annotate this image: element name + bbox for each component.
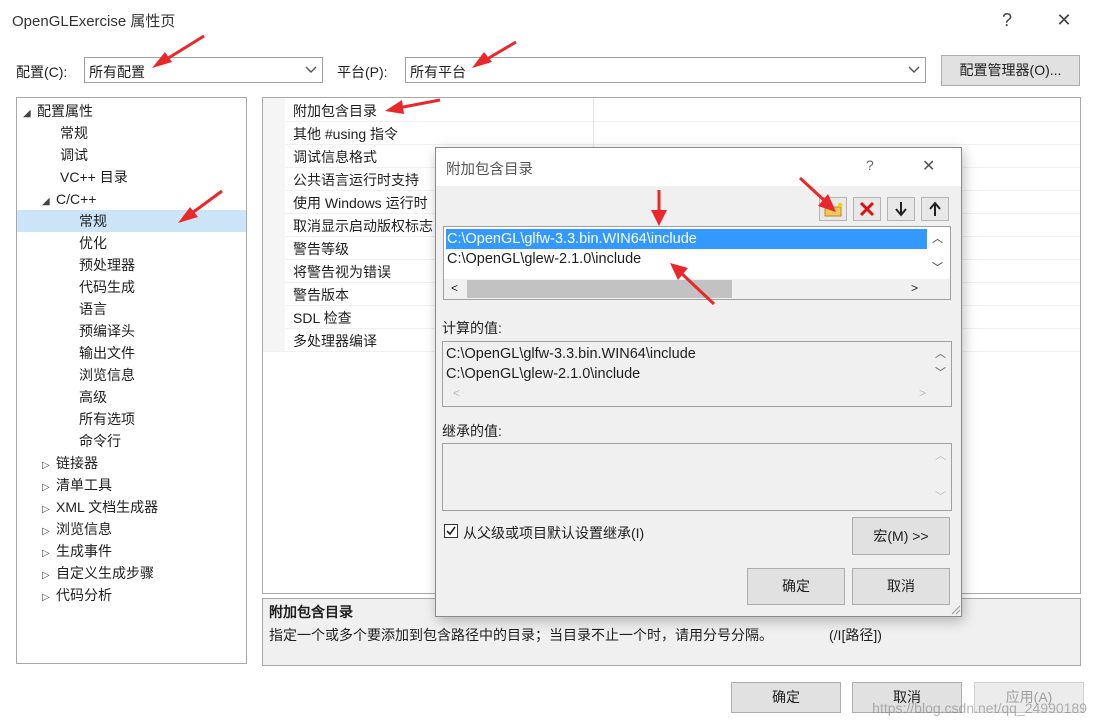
checkmark-icon [446, 526, 456, 536]
help-button[interactable]: ? [993, 6, 1021, 34]
tree-item-config-properties[interactable]: ◢ 配置属性 [23, 100, 93, 122]
property-row[interactable]: 附加包含目录 [263, 98, 1080, 122]
dialog-ok-button[interactable]: 确定 [747, 568, 845, 605]
horizontal-scrollbar[interactable]: < > [444, 279, 950, 299]
dialog-help-button[interactable]: ? [866, 157, 874, 173]
computed-values: C:\OpenGL\glfw-3.3.bin.WIN64\include C:\… [442, 341, 952, 407]
scroll-right-icon[interactable]: > [919, 386, 926, 400]
tree-item-cpp-all-options[interactable]: 所有选项 [79, 408, 135, 430]
scroll-left-icon[interactable]: < [453, 386, 460, 400]
new-line-button[interactable] [819, 197, 847, 221]
include-dirs-dialog: 附加包含目录 ? ✕ C:\OpenGL\glfw-3.3.bin.WIN64\… [435, 147, 962, 617]
scroll-down-icon[interactable]: ﹀ [935, 364, 946, 380]
inherited-values: ︿ ﹀ [442, 443, 952, 511]
arrow-down-icon [895, 202, 907, 217]
delete-button[interactable] [853, 197, 881, 221]
tree-item-cpp[interactable]: ◢ C/C++ [42, 188, 96, 210]
window-title: OpenGLExercise 属性页 [12, 13, 176, 30]
inherited-label: 继承的值: [442, 423, 502, 439]
tree-item-debug[interactable]: 调试 [60, 144, 88, 166]
computed-item: C:\OpenGL\glfw-3.3.bin.WIN64\include [446, 346, 696, 362]
dialog-close-button[interactable]: ✕ [922, 156, 935, 176]
collapsed-triangle-icon: ▷ [42, 592, 50, 603]
arrow-up-icon [929, 201, 941, 216]
platform-label: 平台(P): [337, 64, 388, 80]
config-label: 配置(C): [16, 64, 68, 80]
tree-item-linker[interactable]: ▷ 链接器 [42, 452, 98, 474]
description-text: 指定一个或多个要添加到包含路径中的目录；当目录不止一个时，请用分号分隔。 [269, 627, 773, 643]
tree-item-code-analysis[interactable]: ▷ 代码分析 [42, 584, 112, 606]
platform-select[interactable]: 所有平台 [405, 57, 926, 83]
description-title: 附加包含目录 [269, 604, 353, 620]
scroll-left-icon[interactable]: < [451, 281, 458, 295]
tree-item-cpp-output[interactable]: 输出文件 [79, 342, 135, 364]
folder-icon [824, 202, 843, 217]
tree-item-browse-info[interactable]: ▷ 浏览信息 [42, 518, 112, 540]
chevron-down-icon [305, 66, 317, 73]
resize-grip-icon[interactable] [949, 603, 961, 615]
tree-item-cpp-pch[interactable]: 预编译头 [79, 320, 135, 342]
close-button[interactable]: ✕ [1050, 6, 1078, 34]
tree-item-custom-build[interactable]: ▷ 自定义生成步骤 [42, 562, 154, 584]
scroll-thumb[interactable] [467, 280, 732, 298]
computed-label: 计算的值: [442, 320, 502, 336]
scroll-down-icon[interactable]: ﹀ [935, 488, 946, 504]
list-item[interactable]: C:\OpenGL\glfw-3.3.bin.WIN64\include [447, 229, 697, 249]
tree-item-build-events[interactable]: ▷ 生成事件 [42, 540, 112, 562]
tree-item-general[interactable]: 常规 [60, 122, 88, 144]
delete-icon [859, 201, 875, 217]
config-select[interactable]: 所有配置 [84, 57, 323, 83]
tree-item-cpp-advanced[interactable]: 高级 [79, 386, 107, 408]
dialog-title: 附加包含目录 [446, 162, 533, 178]
expanded-triangle-icon: ◢ [23, 108, 31, 119]
scroll-down-icon[interactable]: ﹀ [932, 259, 943, 275]
property-row[interactable]: 其他 #using 指令 [263, 121, 1080, 145]
tree-item-cpp-codegen[interactable]: 代码生成 [79, 276, 135, 298]
tree-item-vcpp-dirs[interactable]: VC++ 目录 [60, 166, 128, 188]
config-value: 所有配置 [89, 64, 145, 80]
tree-item-cpp-preprocessor[interactable]: 预处理器 [79, 254, 135, 276]
property-tree: ◢ 配置属性 常规 调试 VC++ 目录 ◢ C/C++ 常规 优化 预处理器 代码… [16, 97, 247, 664]
scroll-up-icon[interactable]: ︿ [935, 447, 946, 463]
inherit-checkbox[interactable] [444, 524, 458, 538]
inherit-checkbox-label[interactable]: 从父级或项目默认设置继承(I) [463, 523, 644, 543]
move-up-button[interactable] [921, 197, 949, 221]
macro-button[interactable]: 宏(M) >> [852, 517, 950, 555]
scroll-up-icon[interactable]: ︿ [935, 345, 946, 361]
description-switch: (/I[路径]) [829, 627, 882, 643]
tree-item-cpp-optimization[interactable]: 优化 [79, 232, 107, 254]
tree-item-cpp-general[interactable]: 常规 [79, 210, 107, 232]
tree-item-manifest[interactable]: ▷ 清单工具 [42, 474, 112, 496]
scroll-up-icon[interactable]: ︿ [932, 230, 943, 246]
dialog-cancel-button[interactable]: 取消 [852, 568, 950, 605]
ok-button[interactable]: 确定 [731, 682, 841, 713]
include-dirs-list[interactable]: C:\OpenGL\glfw-3.3.bin.WIN64\include C:\… [443, 226, 951, 300]
tree-item-cpp-language[interactable]: 语言 [79, 298, 107, 320]
chevron-down-icon [908, 66, 920, 73]
platform-value: 所有平台 [410, 64, 466, 80]
tree-item-xml-doc[interactable]: ▷ XML 文档生成器 [42, 496, 158, 518]
dialog-title-bar: 附加包含目录 ? ✕ [436, 148, 961, 186]
scroll-right-icon[interactable]: > [911, 281, 918, 295]
title-bar: OpenGLExercise 属性页 ? ✕ [0, 0, 1095, 40]
list-item[interactable]: C:\OpenGL\glew-2.1.0\include [447, 249, 641, 269]
tree-item-cpp-command-line[interactable]: 命令行 [79, 430, 121, 452]
computed-item: C:\OpenGL\glew-2.1.0\include [446, 366, 641, 382]
config-manager-button[interactable]: 配置管理器(O)... [941, 55, 1080, 86]
move-down-button[interactable] [887, 197, 915, 221]
tree-selection-highlight [17, 210, 246, 232]
watermark: https://blog.csdn.net/qq_24990189 [872, 700, 1087, 716]
tree-item-cpp-browse[interactable]: 浏览信息 [79, 364, 135, 386]
